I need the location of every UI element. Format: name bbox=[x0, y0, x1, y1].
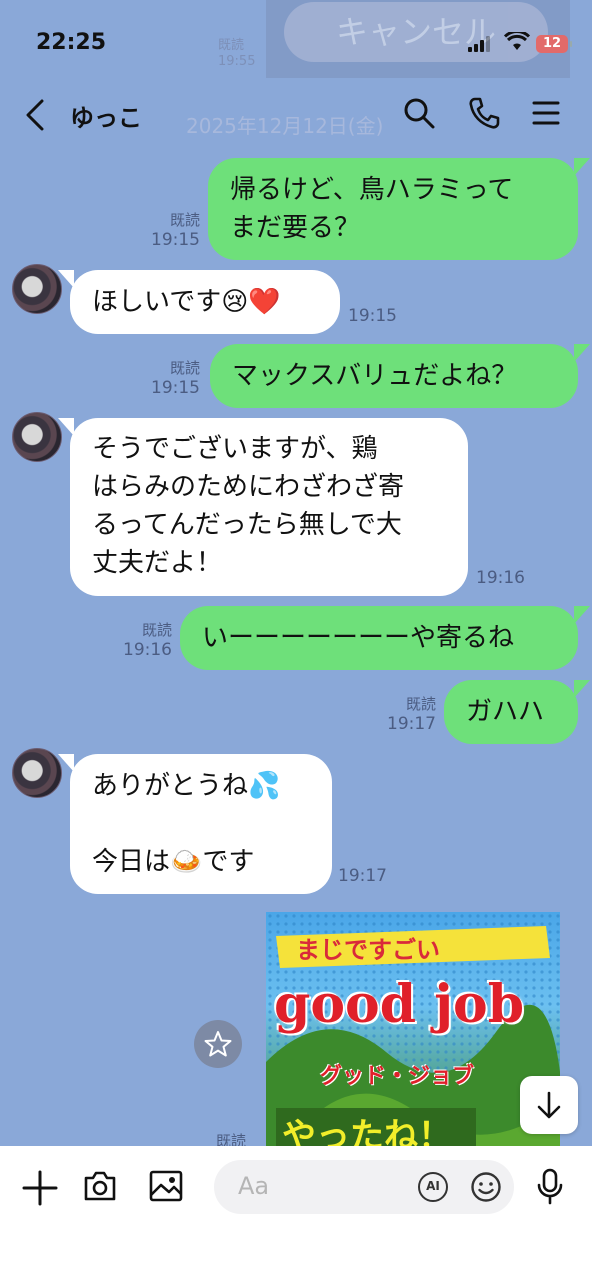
signal-icon bbox=[468, 36, 494, 52]
back-chevron-icon[interactable] bbox=[22, 98, 48, 136]
sticker-caption-sub: グッド・ジョブ bbox=[320, 1064, 475, 1089]
message-bubble-outgoing[interactable]: マックスバリュだよね？ bbox=[210, 344, 590, 408]
scroll-down-button[interactable] bbox=[520, 1076, 578, 1134]
plus-icon[interactable] bbox=[22, 1170, 58, 1210]
sticker-caption-main: good job bbox=[274, 974, 525, 1035]
ghost-date-label: 2025年12月12日(金) bbox=[186, 114, 384, 138]
favorite-star-button[interactable] bbox=[194, 1020, 242, 1068]
message-bubble-incoming[interactable]: ほしいです😢❤️ bbox=[58, 270, 340, 334]
read-receipt: 既読 19:15 bbox=[151, 211, 200, 250]
message-time: 19:15 bbox=[348, 306, 397, 326]
message-bubble-outgoing[interactable]: いーーーーーーーや寄るね bbox=[180, 606, 590, 670]
read-receipt: 既読 19:15 bbox=[151, 359, 200, 398]
contact-avatar[interactable] bbox=[12, 264, 62, 314]
message-bubble-outgoing[interactable]: ガハハ bbox=[444, 680, 590, 744]
read-receipt: 既読 19:16 bbox=[123, 621, 172, 660]
wifi-icon bbox=[503, 30, 531, 56]
sticker-caption-bottom: やったね！ bbox=[282, 1116, 452, 1148]
message-input-placeholder: Aa bbox=[238, 1172, 270, 1200]
status-time: 22:25 bbox=[36, 30, 107, 55]
message-bubble-incoming[interactable]: ありがとうね💦 今日は🍛です bbox=[58, 754, 332, 894]
search-icon[interactable] bbox=[402, 96, 436, 134]
microphone-icon[interactable] bbox=[536, 1168, 564, 1210]
emoji-icon[interactable] bbox=[470, 1171, 502, 1207]
ai-icon[interactable]: AI bbox=[418, 1172, 448, 1202]
read-receipt: 既読 19:17 bbox=[387, 695, 436, 734]
message-time: 19:16 bbox=[476, 568, 525, 588]
message-time: 19:17 bbox=[338, 866, 387, 886]
sticker-image[interactable]: まじですごい good job グッド・ジョブ やったね！ bbox=[266, 912, 560, 1148]
sticker-caption-top: まじですごい bbox=[296, 936, 440, 964]
image-icon[interactable] bbox=[148, 1168, 184, 1208]
camera-icon[interactable] bbox=[82, 1168, 118, 1208]
ghost-read-receipt: 既読 19:55 bbox=[218, 38, 256, 69]
contact-avatar[interactable] bbox=[12, 748, 62, 798]
contact-avatar[interactable] bbox=[12, 412, 62, 462]
phone-icon[interactable] bbox=[468, 96, 500, 134]
menu-icon[interactable] bbox=[532, 100, 560, 130]
message-bubble-incoming[interactable]: そうでございますが、鶏 はらみのためにわざわざ寄 るってんだったら無しで大 丈夫だよ！ bbox=[58, 418, 468, 596]
battery-icon: 12 bbox=[536, 35, 572, 53]
chat-title: ゆっこ bbox=[70, 104, 142, 132]
message-bubble-outgoing[interactable]: 帰るけど、鳥ハラミって まだ要る？ bbox=[208, 158, 590, 260]
